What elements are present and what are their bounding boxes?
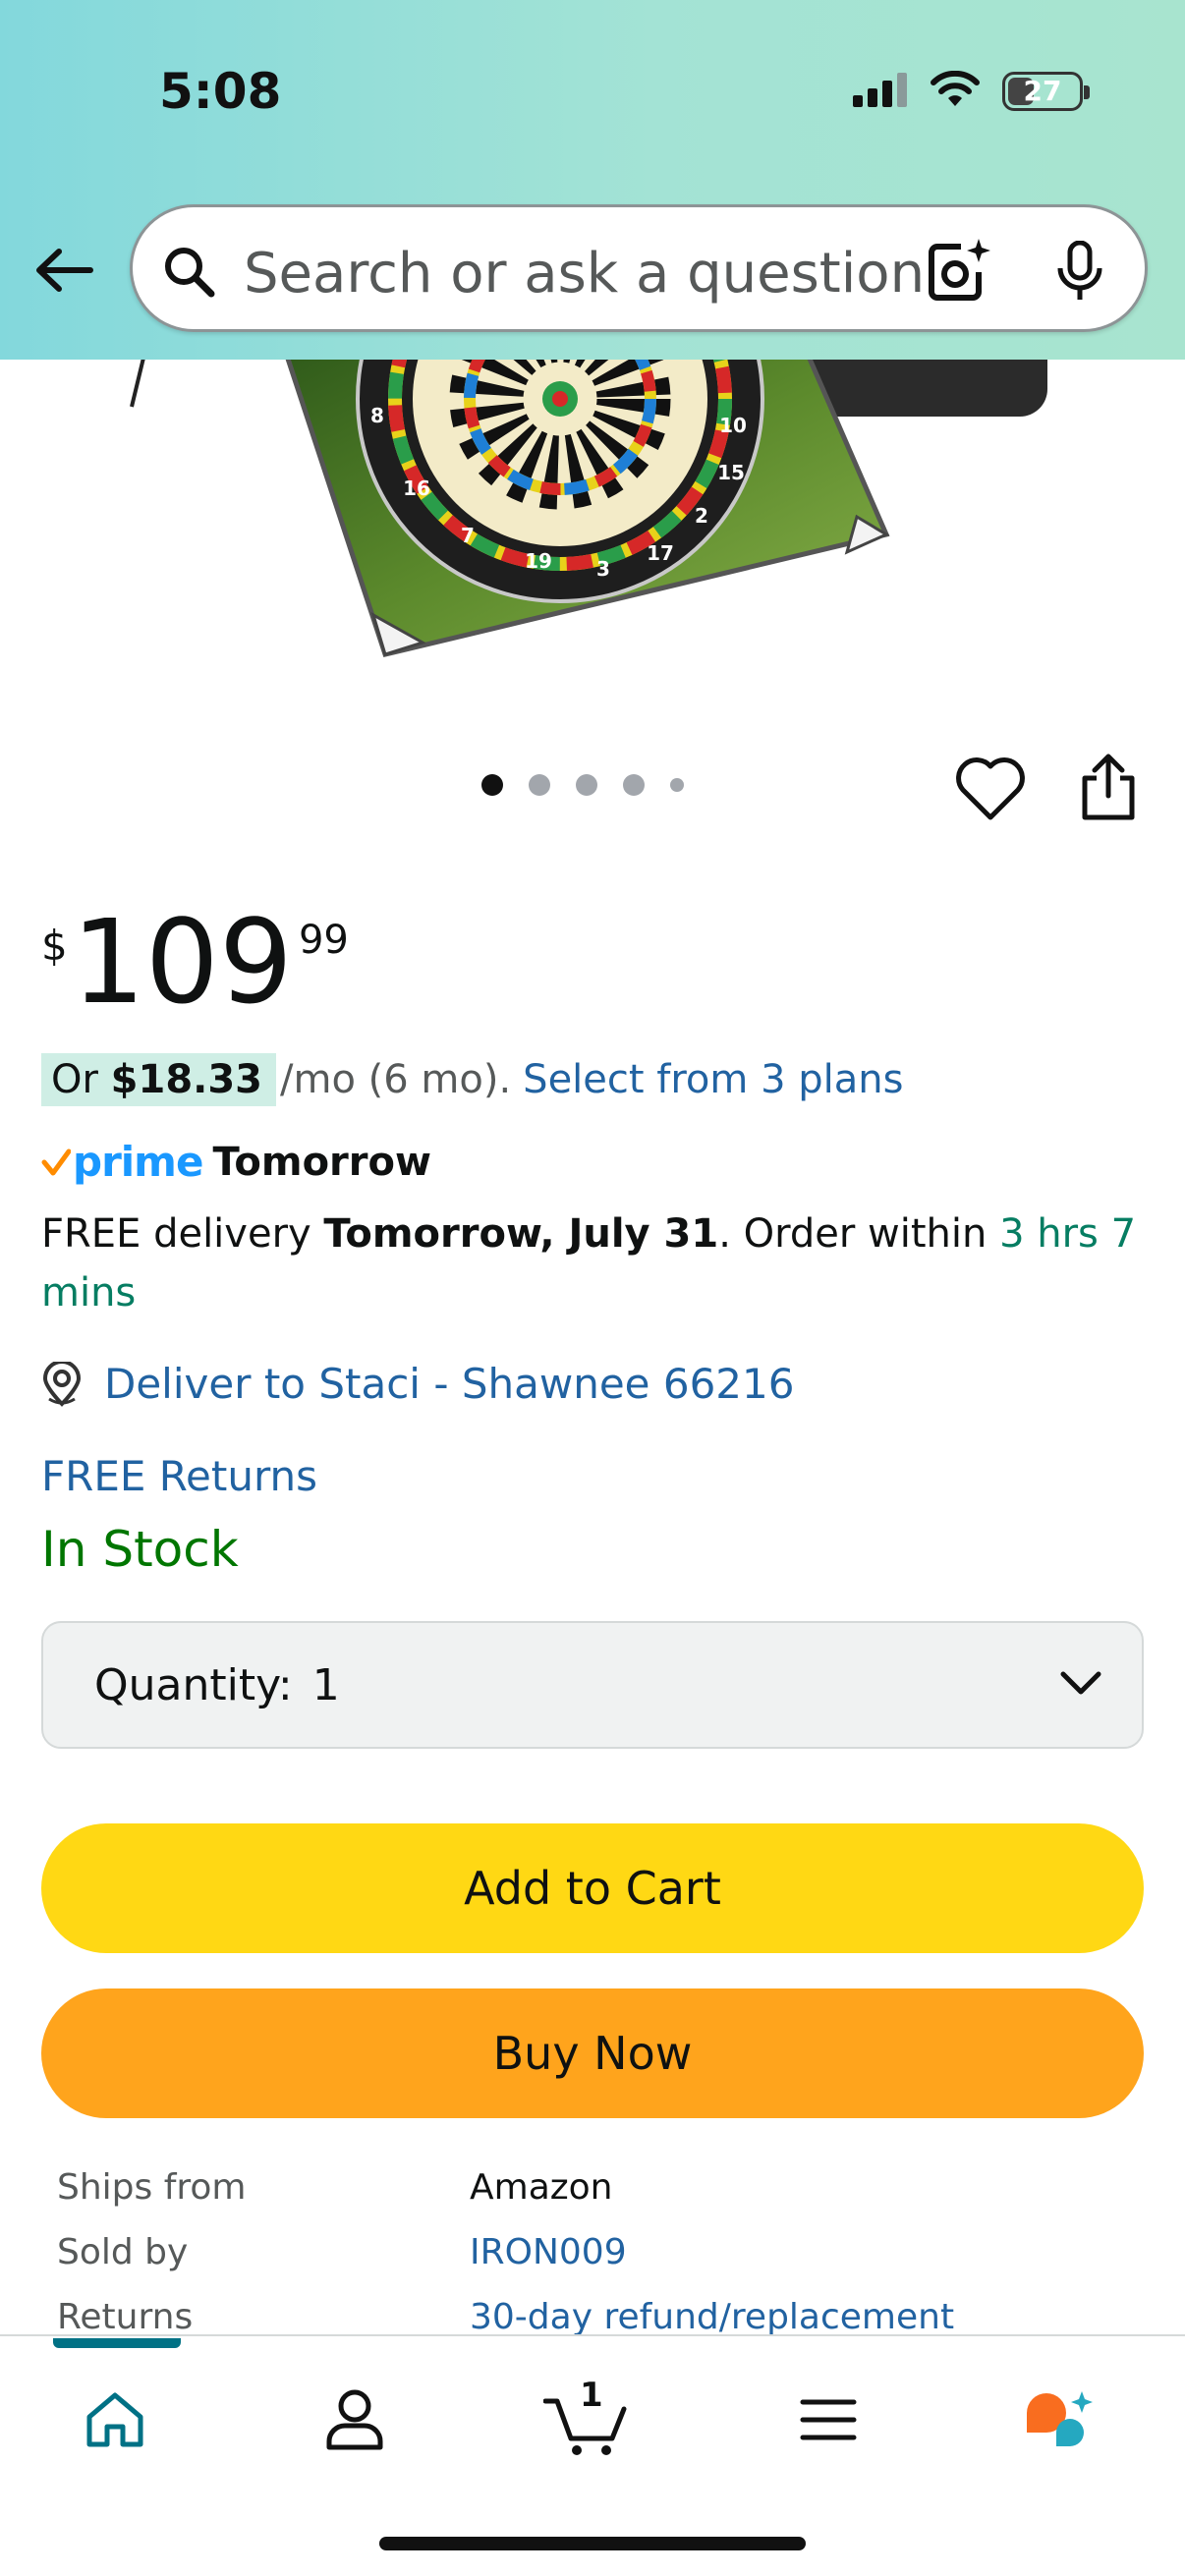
carousel-dot[interactable] xyxy=(529,774,550,796)
add-to-list-button[interactable] xyxy=(953,755,1028,827)
share-icon xyxy=(1082,754,1135,820)
nav-menu[interactable] xyxy=(784,2376,873,2464)
header: 5:08 27 Search or ask a question xyxy=(0,0,1185,360)
nav-cart[interactable]: 1 xyxy=(542,2376,631,2464)
prime-check-icon xyxy=(41,1148,71,1175)
returns-label: Returns xyxy=(57,2297,194,2337)
quantity-selector[interactable]: Quantity: 1 xyxy=(41,1621,1144,1749)
chevron-down-icon xyxy=(1060,1671,1101,1695)
status-time: 5:08 xyxy=(159,63,282,120)
microphone-icon[interactable] xyxy=(1054,240,1105,306)
battery-level: 27 xyxy=(1023,75,1062,107)
share-button[interactable] xyxy=(1077,753,1140,825)
active-tab-indicator xyxy=(53,2338,181,2348)
location-pin-icon xyxy=(42,1361,82,1407)
dart-number: 2 xyxy=(695,504,708,528)
product-image[interactable]: 8 16 7 19 3 17 2 15 10 xyxy=(0,360,1185,684)
stock-status: In Stock xyxy=(41,1521,239,1578)
carousel-dot[interactable] xyxy=(576,774,597,796)
nav-home[interactable] xyxy=(71,2376,159,2464)
deliver-to-location[interactable]: Deliver to Staci - Shawnee 66216 xyxy=(41,1360,794,1408)
status-icons: 27 xyxy=(853,70,1090,112)
back-arrow-icon xyxy=(36,249,93,292)
image-carousel-dots[interactable] xyxy=(481,774,684,796)
returns-policy-link[interactable]: 30-day refund/replacement xyxy=(470,2297,954,2337)
cart-count: 1 xyxy=(580,2376,603,2415)
carousel-dot[interactable] xyxy=(623,774,645,796)
dart-number: 15 xyxy=(717,461,745,484)
dart-number: 16 xyxy=(403,476,430,500)
seller-link[interactable]: IRON009 xyxy=(470,2232,627,2272)
price-whole: 109 xyxy=(71,894,293,1030)
dart-number: 17 xyxy=(647,541,674,565)
prime-delivery-badge: prime Tomorrow xyxy=(41,1138,431,1186)
installment-offer: Or $18.33 /mo (6 mo). Select from 3 plan… xyxy=(41,1053,903,1106)
quantity-label: Quantity: xyxy=(94,1659,293,1710)
home-indicator[interactable] xyxy=(379,2537,806,2550)
cellular-signal-icon xyxy=(853,72,908,111)
free-returns-link[interactable]: FREE Returns xyxy=(41,1452,317,1500)
dart-number: 8 xyxy=(370,404,384,427)
nav-rufus[interactable] xyxy=(1016,2376,1104,2464)
ships-from-label: Ships from xyxy=(57,2167,247,2208)
prime-delivery-label: Tomorrow xyxy=(212,1139,431,1185)
heart-icon xyxy=(956,757,1025,820)
delivery-date: Tomorrow, July 31 xyxy=(323,1211,719,1257)
add-to-cart-button[interactable]: Add to Cart xyxy=(41,1823,1144,1953)
back-button[interactable] xyxy=(29,236,98,305)
wifi-icon xyxy=(930,70,981,112)
installment-amount: $18.33 xyxy=(110,1057,263,1102)
person-icon xyxy=(326,2389,383,2450)
nav-account[interactable] xyxy=(310,2376,399,2464)
installment-term: /mo (6 mo). xyxy=(280,1057,512,1102)
search-bar[interactable]: Search or ask a question xyxy=(130,204,1148,332)
select-plans-link[interactable]: Select from 3 plans xyxy=(523,1057,903,1102)
dart-number: 10 xyxy=(719,414,747,437)
installment-badge: Or $18.33 xyxy=(41,1053,277,1106)
menu-icon xyxy=(800,2399,857,2440)
dartboard-mat-image: 8 16 7 19 3 17 2 15 10 xyxy=(130,360,1047,657)
price: $ 109 99 xyxy=(41,904,349,1020)
dart-number: 19 xyxy=(525,549,552,573)
deliver-to-text[interactable]: Deliver to Staci - Shawnee 66216 xyxy=(104,1360,794,1408)
sold-by-label: Sold by xyxy=(57,2232,189,2272)
prime-logo: prime xyxy=(73,1138,203,1186)
quantity-value: 1 xyxy=(311,1659,340,1710)
buy-now-button[interactable]: Buy Now xyxy=(41,1988,1144,2118)
delivery-info: FREE delivery Tomorrow, July 31. Order w… xyxy=(41,1211,1137,1316)
carousel-dot[interactable] xyxy=(670,778,684,792)
battery-icon: 27 xyxy=(1002,72,1090,111)
ships-from-value: Amazon xyxy=(470,2167,613,2208)
dart-number: 3 xyxy=(596,557,610,581)
search-icon xyxy=(162,245,215,302)
home-icon xyxy=(86,2392,143,2447)
camera-lens-icon[interactable] xyxy=(924,237,992,309)
rufus-assistant-icon xyxy=(1027,2391,1093,2446)
dart-number: 7 xyxy=(461,524,475,547)
carousel-dot[interactable] xyxy=(481,774,503,796)
price-symbol: $ xyxy=(41,922,68,970)
price-fraction: 99 xyxy=(298,918,349,963)
